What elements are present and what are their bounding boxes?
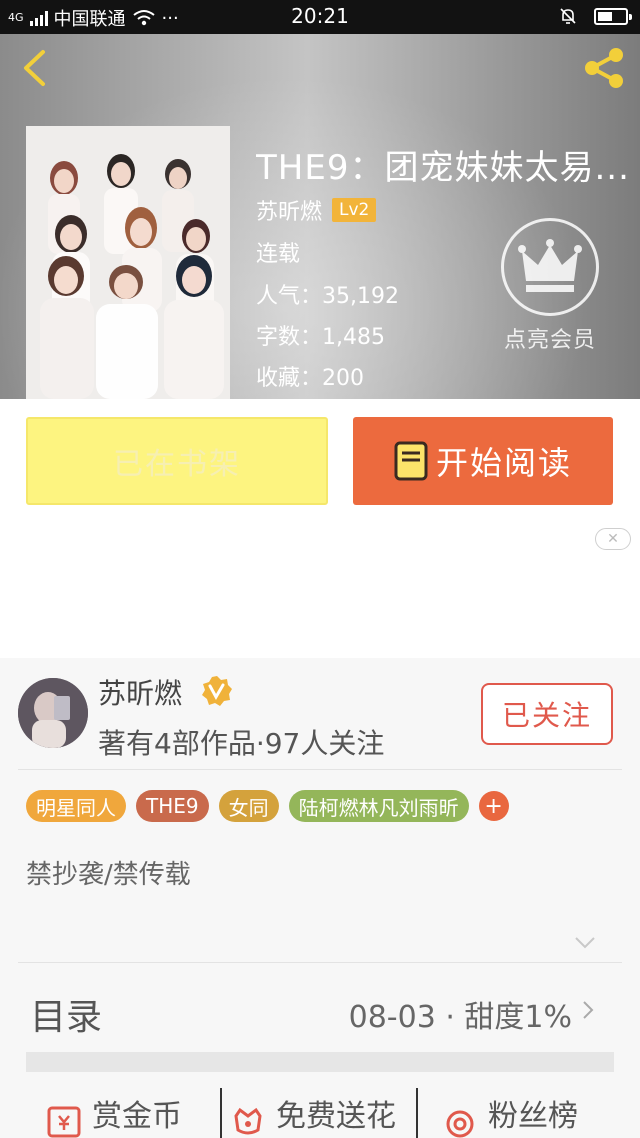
tag-list: 明星同人 THE9 女同 陆柯燃林凡刘雨昕 + [26,790,509,822]
tag-item[interactable]: 女同 [218,790,279,822]
tag-item[interactable]: THE9 [136,790,209,822]
author-section: 苏昕燃 著有4部作品·97人关注 已关注 明星同人 THE9 女同 陆柯燃林凡刘… [0,658,640,1138]
avatar[interactable] [18,678,88,748]
fan-ranking-button[interactable]: 粉丝榜 [442,1088,578,1138]
catalog-title: 目录 [30,997,103,1038]
on-shelf-button[interactable]: 已在书架 [26,417,328,505]
reward-coins-button[interactable]: 赏金币 [46,1088,182,1138]
author-stats: 著有4部作品·97人关注 [98,727,385,760]
tag-item[interactable]: 明星同人 [26,790,126,822]
mute-bell-icon [560,8,576,24]
copyright-notice: 禁抄袭/禁传载 [26,860,191,890]
chevron-down-icon[interactable] [574,936,596,950]
section-gap [26,1052,614,1072]
reward-coins-label: 赏金币 [92,1099,182,1134]
fan-ranking-label: 粉丝榜 [488,1099,578,1134]
coin-envelope-icon [47,1106,81,1138]
send-flower-button[interactable]: 免费送花 [230,1088,396,1138]
send-flower-label: 免费送花 [276,1099,396,1134]
divider [220,1088,222,1138]
book-header: THE9：团宠妹妹太易... 苏昕燃 Lv2 连载 人气：35,192 字数：1… [0,34,640,399]
flower-icon [234,1107,262,1135]
start-reading-label: 开始阅读 [435,444,572,482]
book-cover[interactable] [26,126,230,399]
bottom-actions: 赏金币 免费送花 粉丝榜 [0,1088,640,1138]
vip-label: 点亮会员 [503,328,596,353]
author-name[interactable]: 苏昕燃 [256,194,322,226]
follow-button[interactable]: 已关注 [481,683,613,745]
cover-photo [26,126,230,399]
ad-close-icon[interactable]: ✕ [595,528,631,550]
serial-status: 连载 [256,242,301,267]
level-badge: Lv2 [332,198,377,222]
catalog-info: 08-03 · 甜度1% [348,1000,572,1035]
clock: 20:21 [291,4,349,28]
divider [416,1088,418,1138]
chevron-right-icon [583,1001,594,1019]
word-count: 字数：1,485 [256,325,385,350]
book-icon [394,441,428,481]
rank-medal-icon [446,1110,474,1138]
add-tag-button[interactable]: + [478,791,509,821]
crown-icon [501,218,599,316]
start-reading-button[interactable]: 开始阅读 [353,417,613,505]
tag-item[interactable]: 陆柯燃林凡刘雨昕 [288,790,469,822]
author-row[interactable]: 苏昕燃 Lv2 [256,194,377,226]
author-card-name[interactable]: 苏昕燃 [98,672,182,712]
ad-area: ✕ [0,521,640,658]
divider [18,769,622,770]
popularity: 人气：35,192 [256,284,399,309]
catalog-row[interactable]: 目录 08-03 · 甜度1% [26,962,614,1058]
back-icon[interactable] [16,48,56,88]
battery-icon [594,7,632,25]
favorites-count: 收藏：200 [256,366,364,391]
status-bar: 4G 中国联通 ··· 20:21 [0,0,640,34]
vip-button[interactable]: 点亮会员 [498,218,602,354]
action-bar: 已在书架 开始阅读 [0,399,640,521]
verified-v-icon [202,676,232,706]
book-title: THE9：团宠妹妹太易... [256,148,630,188]
share-icon[interactable] [580,44,628,92]
